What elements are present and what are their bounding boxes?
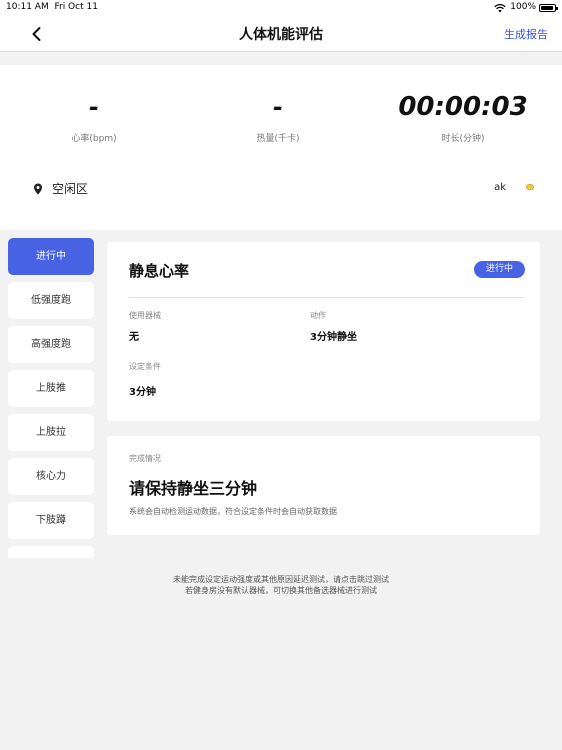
user-name: ak bbox=[494, 182, 506, 193]
menu-item-more[interactable] bbox=[8, 546, 94, 558]
status-time: 10:11 AM Fri Oct 11 bbox=[6, 2, 98, 12]
heart-rate-label: 心率(bpm) bbox=[71, 134, 117, 144]
completion-description: 系统会自动检测运动数据，符合设定条件时会自动获取数据 bbox=[129, 507, 337, 516]
calories-value: - bbox=[273, 93, 283, 121]
equipment-value: 无 bbox=[129, 332, 139, 343]
footer-note-line1: 未能完成设定运动强度或其他原因延迟测试，请点击跳过测试 bbox=[173, 575, 389, 584]
footer-note: 未能完成设定运动强度或其他原因延迟测试，请点击跳过测试 若健身房没有默认器械，可… bbox=[0, 574, 562, 596]
menu-item-low-intensity-run[interactable]: 低强度跑 bbox=[8, 282, 94, 319]
location-pin-icon bbox=[34, 183, 42, 194]
completion-title: 请保持静坐三分钟 bbox=[129, 479, 258, 498]
footer-note-line2: 若健身房没有默认器械，可切换其他备选器械进行测试 bbox=[185, 586, 377, 595]
menu-item-upper-pull[interactable]: 上肢拉 bbox=[8, 414, 94, 451]
heart-rate-value: - bbox=[89, 93, 99, 121]
equipment-label: 使用器械 bbox=[129, 311, 161, 320]
coin-icon bbox=[526, 184, 534, 190]
page-title: 人体机能评估 bbox=[239, 27, 323, 43]
battery-icon bbox=[539, 4, 558, 12]
calories-label: 热量(千卡) bbox=[256, 134, 300, 144]
menu-item-in-progress[interactable]: 进行中 bbox=[8, 238, 94, 275]
location: 空闲区 bbox=[33, 180, 88, 197]
menu-item-upper-push[interactable]: 上肢推 bbox=[8, 370, 94, 407]
heart-rate-stat: - 心率(bpm) bbox=[14, 91, 174, 144]
duration-label: 时长(分钟) bbox=[441, 134, 485, 144]
category-menu: 进行中 低强度跑 高强度跑 上肢推 上肢拉 核心力 下肢蹲 bbox=[8, 238, 94, 558]
location-label: 空闲区 bbox=[52, 182, 89, 196]
test-card: 静息心率 进行中 使用器械 无 动作 3分钟静坐 设定条件 3分钟 bbox=[107, 242, 540, 421]
action-value: 3分钟静坐 bbox=[310, 332, 357, 343]
nav-bar: 人体机能评估 生成报告 bbox=[0, 16, 562, 52]
completion-card: 完成情况 请保持静坐三分钟 系统会自动检测运动数据，符合设定条件时会自动获取数据 bbox=[107, 436, 540, 535]
wifi-icon bbox=[494, 3, 506, 13]
menu-item-core[interactable]: 核心力 bbox=[8, 458, 94, 495]
stats-panel: - 心率(bpm) - 热量(千卡) 00:00:03 时长(分钟) 空闲区 a… bbox=[0, 65, 562, 230]
generate-report-button[interactable]: 生成报告 bbox=[504, 26, 548, 42]
action-label: 动作 bbox=[310, 311, 326, 320]
condition-value: 3分钟 bbox=[129, 387, 156, 398]
completion-label: 完成情况 bbox=[129, 454, 161, 463]
duration-stat: 00:00:03 时长(分钟) bbox=[383, 91, 543, 144]
calories-stat: - 热量(千卡) bbox=[198, 91, 358, 144]
battery-percent: 100% bbox=[510, 2, 536, 12]
condition-label: 设定条件 bbox=[129, 362, 161, 371]
menu-item-high-intensity-run[interactable]: 高强度跑 bbox=[8, 326, 94, 363]
test-title: 静息心率 bbox=[129, 262, 190, 280]
divider bbox=[129, 297, 525, 298]
status-bar: 10:11 AM Fri Oct 11 100% bbox=[0, 0, 562, 16]
duration-value: 00:00:03 bbox=[398, 92, 528, 122]
menu-item-squat[interactable]: 下肢蹲 bbox=[8, 502, 94, 539]
status-badge: 进行中 bbox=[474, 261, 525, 278]
